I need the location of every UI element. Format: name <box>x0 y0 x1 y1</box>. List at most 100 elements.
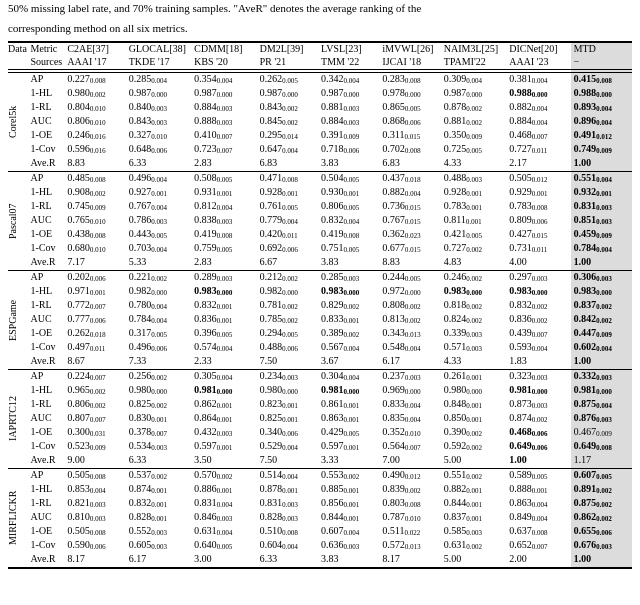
value-cell: 0.8360.002 <box>509 313 570 327</box>
h-metric: Metric <box>31 42 68 56</box>
value-cell: 8.83 <box>382 256 443 271</box>
dataset-name: ESPGame <box>8 270 31 369</box>
value-cell: 0.7850.002 <box>260 313 321 327</box>
value-cell: 0.3270.010 <box>129 129 194 143</box>
metric-name: 1-OE <box>31 525 68 539</box>
table-row: AUC0.8100.0030.8280.0010.8460.0030.8280.… <box>8 511 632 525</box>
value-cell: 0.7510.005 <box>321 242 382 256</box>
value-cell: 0.7770.006 <box>67 313 128 327</box>
value-cell: 0.2210.002 <box>129 270 194 285</box>
value-cell: 8.67 <box>67 355 128 370</box>
value-cell: 0.6070.005 <box>571 468 632 483</box>
value-cell: 0.8300.001 <box>129 412 194 426</box>
metric-name: AUC <box>31 214 68 228</box>
value-cell: 1.83 <box>509 355 570 370</box>
value-cell: 0.5080.005 <box>194 171 259 186</box>
value-cell: 0.8730.003 <box>509 398 570 412</box>
value-cell: 0.7870.010 <box>382 511 443 525</box>
value-cell: 0.3050.004 <box>194 369 259 384</box>
value-cell: 0.5970.001 <box>194 440 259 454</box>
value-cell: 5.00 <box>444 553 509 568</box>
value-cell: 0.8250.001 <box>260 412 321 426</box>
value-cell: 0.7270.002 <box>444 242 509 256</box>
value-cell: 0.8320.004 <box>321 214 382 228</box>
value-cell: 0.2620.005 <box>260 71 321 87</box>
value-cell: 0.3390.003 <box>444 327 509 341</box>
h-cdmm: CDMM[18] <box>194 42 259 56</box>
value-cell: 6.67 <box>260 256 321 271</box>
value-cell: 0.4470.009 <box>571 327 632 341</box>
value-cell: 0.9810.000 <box>321 384 382 398</box>
table-row: 1-RL0.8040.0100.8400.0030.8840.0030.8430… <box>8 101 632 115</box>
value-cell: 0.9800.000 <box>260 384 321 398</box>
metric-name: 1-RL <box>31 299 68 313</box>
value-cell: 3.83 <box>321 553 382 568</box>
value-cell: 0.2560.002 <box>129 369 194 384</box>
table-row: AUC0.7770.0060.7840.0040.8360.0010.7850.… <box>8 313 632 327</box>
value-cell: 0.9290.001 <box>509 186 570 200</box>
value-cell: 0.8460.003 <box>194 511 259 525</box>
value-cell: 0.9870.000 <box>321 87 382 101</box>
value-cell: 0.3040.004 <box>321 369 382 384</box>
value-cell: 0.6800.010 <box>67 242 128 256</box>
table-row: Ave.R7.175.332.836.673.838.834.834.001.0… <box>8 256 632 271</box>
value-cell: 0.5050.012 <box>509 171 570 186</box>
value-cell: 0.6370.008 <box>509 525 570 539</box>
value-cell: 0.5740.004 <box>194 341 259 355</box>
metric-name: 1-OE <box>31 129 68 143</box>
value-cell: 0.8040.010 <box>67 101 128 115</box>
value-cell: 8.17 <box>382 553 443 568</box>
value-cell: 0.5850.003 <box>444 525 509 539</box>
table-row: Ave.R9.006.333.507.503.337.005.001.001.1… <box>8 454 632 469</box>
value-cell: 0.8440.001 <box>321 511 382 525</box>
value-cell: 0.8780.002 <box>444 101 509 115</box>
value-cell: 0.8070.007 <box>67 412 128 426</box>
value-cell: 3.83 <box>321 157 382 172</box>
value-cell: 0.9310.001 <box>194 186 259 200</box>
metric-name: Ave.R <box>31 355 68 370</box>
value-cell: 0.8230.001 <box>260 398 321 412</box>
dataset-name: MIRFLICKR <box>8 468 31 568</box>
value-cell: 0.8910.002 <box>571 483 632 497</box>
value-cell: 0.8330.004 <box>382 398 443 412</box>
value-cell: 0.2850.003 <box>321 270 382 285</box>
value-cell: 0.9830.000 <box>509 285 570 299</box>
value-cell: 0.9320.001 <box>571 186 632 200</box>
value-cell: 0.8640.001 <box>194 412 259 426</box>
value-cell: 5.33 <box>129 256 194 271</box>
metric-name: Ave.R <box>31 454 68 469</box>
value-cell: 0.8180.002 <box>444 299 509 313</box>
value-cell: 0.6070.004 <box>321 525 382 539</box>
results-table: Data Metric C2AE[37] GLOCAL[38] CDMM[18]… <box>8 41 632 569</box>
value-cell: 0.8680.006 <box>382 115 443 129</box>
value-cell: 0.8430.002 <box>260 101 321 115</box>
value-cell: 0.8330.001 <box>321 313 382 327</box>
value-cell: 0.8370.001 <box>444 511 509 525</box>
value-cell: 0.4320.003 <box>194 426 259 440</box>
value-cell: 0.5520.003 <box>129 525 194 539</box>
value-cell: 7.33 <box>129 355 194 370</box>
value-cell: 0.7590.005 <box>194 242 259 256</box>
table-row: 1-HL0.8530.0040.8740.0010.8860.0010.8780… <box>8 483 632 497</box>
value-cell: 0.9880.000 <box>571 87 632 101</box>
value-cell: 0.4380.008 <box>67 228 128 242</box>
value-cell: 0.6400.005 <box>194 539 259 553</box>
value-cell: 0.7180.006 <box>321 143 382 157</box>
value-cell: 2.33 <box>194 355 259 370</box>
value-cell: 0.8440.001 <box>444 497 509 511</box>
value-cell: 0.6020.004 <box>571 341 632 355</box>
value-cell: 0.2830.008 <box>382 71 443 87</box>
value-cell: 0.4910.012 <box>571 129 632 143</box>
metric-name: Ave.R <box>31 553 68 568</box>
value-cell: 0.4430.005 <box>129 228 194 242</box>
value-cell: 0.5510.004 <box>571 171 632 186</box>
value-cell: 0.3110.015 <box>382 129 443 143</box>
value-cell: 0.5340.003 <box>129 440 194 454</box>
table-row: 1-HL0.9800.0020.9870.0000.9870.0000.9870… <box>8 87 632 101</box>
value-cell: 4.00 <box>509 256 570 271</box>
h-mtd: MTD <box>571 42 632 56</box>
value-cell: 0.3900.002 <box>444 426 509 440</box>
value-cell: 0.2850.004 <box>129 71 194 87</box>
value-cell: 0.5110.022 <box>382 525 443 539</box>
h-lvsl: LVSL[23] <box>321 42 382 56</box>
